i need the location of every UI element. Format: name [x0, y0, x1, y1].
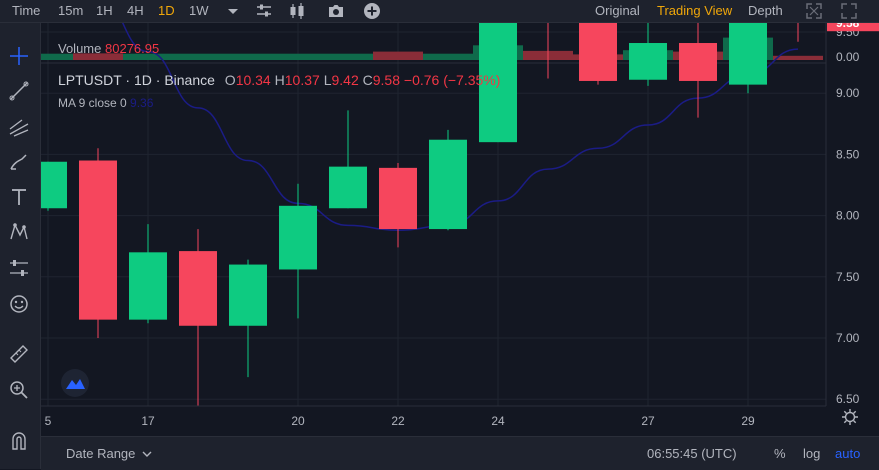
volume-tick-label: 0.00 — [836, 50, 860, 64]
time-tick-label: 24 — [491, 414, 505, 428]
price-tick-label: 8.00 — [836, 209, 860, 223]
high-value: 10.37 — [284, 72, 320, 88]
magnet-icon[interactable] — [8, 429, 30, 451]
open-value: 10.34 — [235, 72, 271, 88]
volume-bar — [223, 53, 273, 60]
ohlc-legend: LPTUSDT · 1D · Binance O10.34 H10.37 L9.… — [58, 72, 500, 88]
zoom-icon[interactable] — [8, 379, 30, 401]
percent-scale-button[interactable]: % — [774, 446, 786, 461]
candle-body — [279, 205, 317, 270]
emoji-icon[interactable] — [8, 293, 30, 315]
auto-scale-button[interactable]: auto — [835, 446, 860, 461]
volume-legend: Volume 80276.95 — [58, 41, 159, 56]
volume-bar — [173, 53, 223, 60]
brush-icon[interactable] — [8, 151, 30, 173]
bottom-toolbar: Date Range 06:55:45 (UTC) % log auto — [41, 436, 879, 470]
fullscreen-exit-icon[interactable] — [840, 2, 858, 20]
volume-bar — [773, 55, 823, 60]
candle-style-icon[interactable] — [288, 2, 306, 20]
close-value: 9.58 — [372, 72, 400, 88]
fullscreen-icon[interactable] — [805, 2, 823, 20]
candle-body — [429, 139, 467, 230]
last-price-label: 9.58 — [836, 23, 860, 30]
interval-1d[interactable]: 1D — [158, 3, 175, 18]
high-label: H — [274, 72, 285, 88]
price-axis: 11.5011.0010.5010.009.509.008.508.007.50… — [825, 23, 879, 406]
pattern-icon[interactable] — [8, 221, 30, 243]
ma-value: 9.36 — [130, 96, 154, 110]
view-original[interactable]: Original — [595, 3, 640, 18]
price-tick-label: 9.00 — [836, 86, 860, 100]
time-tick-label: 17 — [141, 414, 155, 428]
open-label: O — [224, 72, 236, 88]
chevron-down-icon[interactable] — [141, 448, 153, 460]
volume-label: Volume — [58, 41, 102, 56]
volume-bar — [373, 51, 423, 60]
candle-body — [179, 251, 217, 326]
candle-body — [729, 23, 767, 85]
date-range-button[interactable]: Date Range — [66, 446, 135, 461]
text-icon[interactable] — [8, 186, 30, 208]
camera-icon[interactable] — [327, 2, 345, 20]
volume-bar — [423, 53, 473, 60]
price-tick-label: 8.50 — [836, 147, 860, 161]
candle-body — [129, 252, 167, 320]
candle-body — [41, 161, 67, 209]
ma-label: MA 9 close 0 — [58, 96, 127, 110]
time-tick-label: 29 — [741, 414, 755, 428]
change-value: −0.76 (−7.35%) — [403, 72, 501, 88]
time-label: Time — [12, 3, 41, 18]
crosshair-icon[interactable] — [8, 45, 30, 67]
time-tick-label: 27 — [641, 414, 655, 428]
time-tick-label: 20 — [291, 414, 305, 428]
price-tick-label: 7.50 — [836, 270, 860, 284]
candle-body — [79, 160, 117, 320]
view-depth[interactable]: Depth — [748, 3, 783, 18]
volume-bar — [323, 53, 373, 60]
utc-clock: 06:55:45 (UTC) — [647, 446, 737, 461]
log-scale-button[interactable]: log — [803, 446, 820, 461]
time-tick-label: 5 — [45, 414, 52, 428]
candle-body — [679, 43, 717, 81]
drawing-toolbar — [0, 23, 41, 469]
volume-bar — [273, 53, 323, 60]
add-icon[interactable] — [363, 2, 381, 20]
ma-legend: MA 9 close 0 9.36 — [58, 96, 153, 110]
candle-body — [629, 43, 667, 80]
interval-15m[interactable]: 15m — [58, 3, 83, 18]
interval-1w[interactable]: 1W — [189, 3, 209, 18]
time-tick-label: 22 — [391, 414, 405, 428]
symbol-title: LPTUSDT · 1D · Binance — [58, 72, 215, 88]
ruler-icon[interactable] — [8, 343, 30, 365]
candle-body — [329, 166, 367, 209]
chevron-down-icon[interactable] — [224, 2, 242, 20]
candle-body — [379, 167, 417, 230]
candle-body — [579, 23, 617, 81]
fib-icon[interactable] — [8, 116, 30, 138]
candle-body — [229, 264, 267, 326]
indicators-icon[interactable] — [255, 2, 273, 20]
low-value: 9.42 — [331, 72, 359, 88]
trend-line-icon[interactable] — [8, 80, 30, 102]
price-tick-label: 6.50 — [836, 392, 860, 406]
close-label: C — [362, 72, 373, 88]
top-toolbar: Time 15m 1H 4H 1D 1W Original Trading Vi… — [0, 0, 879, 23]
forecast-icon[interactable] — [8, 257, 30, 279]
tradingview-logo-icon[interactable] — [61, 369, 89, 397]
interval-4h[interactable]: 4H — [127, 3, 144, 18]
interval-1h[interactable]: 1H — [96, 3, 113, 18]
price-tick-label: 7.00 — [836, 331, 860, 345]
volume-value: 80276.95 — [105, 41, 160, 56]
view-trading-view[interactable]: Trading View — [657, 3, 732, 18]
